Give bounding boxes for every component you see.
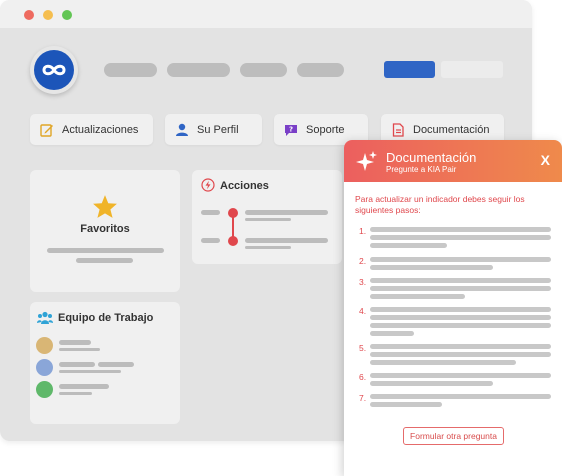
step-number: 1. — [359, 226, 367, 236]
timeline-date — [201, 210, 220, 215]
team-member-avatar[interactable] — [36, 381, 53, 398]
acciones-title: Acciones — [220, 180, 269, 192]
equipo-card[interactable]: Equipo de Trabajo — [30, 302, 180, 424]
timeline-date — [201, 238, 220, 243]
step-line — [370, 344, 551, 349]
help-chat-icon: ? — [284, 123, 298, 137]
title-bar — [0, 0, 532, 28]
star-icon — [92, 194, 118, 224]
popup-title: Documentación — [386, 150, 477, 165]
step-number: 3. — [359, 277, 367, 287]
team-member-avatar[interactable] — [36, 359, 53, 376]
nav-su-perfil[interactable]: Su Perfil — [165, 114, 262, 145]
favoritos-line — [76, 258, 133, 263]
timeline-node — [228, 236, 238, 246]
close-window-dot[interactable] — [24, 10, 34, 20]
nav-actualizaciones[interactable]: Actualizaciones — [30, 114, 153, 145]
equipo-title: Equipo de Trabajo — [58, 312, 154, 324]
step-line — [370, 331, 414, 336]
bolt-icon — [201, 178, 215, 197]
member-role — [59, 348, 100, 351]
step-line — [370, 243, 447, 248]
maximize-window-dot[interactable] — [62, 10, 72, 20]
step-number: 5. — [359, 343, 367, 353]
ask-another-question-button[interactable]: Formular otra pregunta — [403, 427, 504, 445]
minimize-window-dot[interactable] — [43, 10, 53, 20]
step-line — [370, 227, 551, 232]
step-line — [370, 394, 551, 399]
menu-placeholder-2[interactable] — [167, 63, 230, 77]
step-number: 4. — [359, 306, 367, 316]
timeline-text — [245, 210, 328, 215]
step-line — [370, 278, 551, 283]
timeline-text — [245, 218, 291, 221]
member-role — [59, 392, 92, 395]
nav-soporte-label: Soporte — [306, 123, 345, 136]
member-name — [98, 362, 134, 367]
member-name — [59, 362, 95, 367]
step-number: 7. — [359, 393, 367, 403]
member-role — [59, 370, 121, 373]
step-line — [370, 235, 551, 240]
step-line — [370, 257, 551, 262]
step-line — [370, 315, 551, 320]
step-number: 6. — [359, 372, 367, 382]
menu-placeholder-4[interactable] — [297, 63, 344, 77]
team-icon — [37, 311, 53, 330]
member-name — [59, 384, 109, 389]
popup-intro: Para actualizar un indicador debes segui… — [355, 194, 525, 215]
step-line — [370, 381, 493, 386]
primary-button[interactable] — [384, 61, 435, 78]
timeline-text — [245, 246, 291, 249]
secondary-button[interactable] — [441, 61, 503, 78]
document-icon — [391, 122, 405, 137]
documentation-popup[interactable]: Documentación Pregunte a KIA Pair X Para… — [344, 140, 562, 476]
step-line — [370, 352, 551, 357]
step-line — [370, 323, 551, 328]
timeline-text — [245, 238, 328, 243]
member-name — [59, 340, 91, 345]
sparkle-icon — [355, 150, 379, 179]
step-line — [370, 373, 551, 378]
svg-text:?: ? — [289, 125, 293, 133]
favoritos-card[interactable]: Favoritos — [30, 170, 180, 292]
popup-header: Documentación Pregunte a KIA Pair X — [344, 140, 562, 182]
favoritos-title: Favoritos — [80, 223, 130, 235]
menu-placeholder-1[interactable] — [104, 63, 157, 77]
nav-su-perfil-label: Su Perfil — [197, 123, 239, 136]
step-line — [370, 307, 551, 312]
close-button[interactable]: X — [541, 152, 550, 168]
step-line — [370, 265, 493, 270]
logo[interactable] — [30, 46, 78, 94]
menu-placeholder-3[interactable] — [240, 63, 287, 77]
team-member-avatar[interactable] — [36, 337, 53, 354]
user-icon — [175, 123, 189, 137]
timeline-node — [228, 208, 238, 218]
infinity-logo-icon — [34, 50, 74, 90]
step-line — [370, 360, 516, 365]
edit-icon — [40, 123, 54, 137]
popup-subtitle: Pregunte a KIA Pair — [386, 165, 457, 174]
favoritos-line — [47, 248, 164, 253]
step-line — [370, 286, 551, 291]
nav-documentacion-label: Documentación — [413, 123, 490, 136]
step-line — [370, 402, 442, 407]
nav-actualizaciones-label: Actualizaciones — [62, 123, 139, 136]
acciones-card[interactable]: Acciones — [192, 170, 342, 264]
step-line — [370, 294, 465, 299]
step-number: 2. — [359, 256, 367, 266]
